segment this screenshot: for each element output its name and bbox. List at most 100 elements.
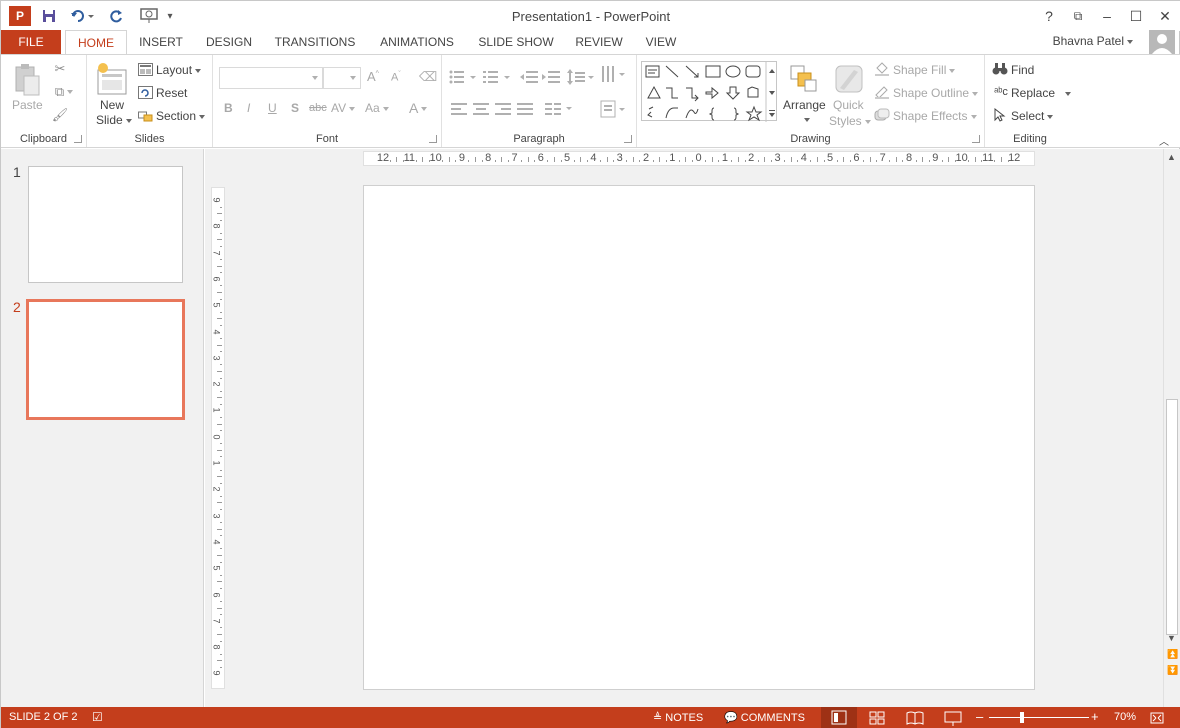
quick-styles-label-line2[interactable]: Styles [829, 114, 871, 128]
align-center-icon[interactable] [470, 101, 492, 117]
strikethrough-button[interactable]: abc [309, 102, 327, 114]
paragraph-launcher-icon[interactable] [624, 135, 632, 143]
decrease-indent-icon[interactable] [518, 67, 540, 87]
paste-icon[interactable] [11, 61, 43, 99]
layout-button[interactable]: Layout [156, 63, 202, 77]
shapes-gallery[interactable] [641, 61, 777, 122]
notes-button[interactable]: ≜ NOTES [653, 711, 703, 724]
comments-button[interactable]: 💬 COMMENTS [724, 711, 805, 724]
font-name-dropdown[interactable] [219, 67, 323, 89]
increase-indent-icon[interactable] [540, 67, 562, 87]
tab-design[interactable]: DESIGN [201, 30, 257, 54]
align-right-icon[interactable] [492, 101, 514, 117]
reading-view-icon[interactable] [905, 707, 925, 728]
font-size-dropdown[interactable] [323, 67, 361, 89]
italic-button[interactable]: I [247, 101, 250, 115]
justify-icon[interactable] [514, 101, 536, 117]
font-launcher-icon[interactable] [429, 135, 437, 143]
spell-check-icon[interactable]: ☑ [92, 710, 103, 724]
shape-effects-button[interactable]: Shape Effects [893, 109, 977, 123]
text-shadow-button[interactable]: S [291, 101, 299, 115]
tab-slide-show[interactable]: SLIDE SHOW [475, 30, 557, 54]
shape-outline-icon[interactable] [873, 84, 891, 100]
shape-fill-icon[interactable] [873, 61, 891, 77]
slide-canvas[interactable] [363, 185, 1035, 690]
ribbon-display-options-button[interactable]: ⧉ [1067, 6, 1089, 26]
minimize-button[interactable]: – [1096, 6, 1118, 26]
user-account[interactable]: Bhavna Patel [1053, 34, 1133, 48]
arrange-icon[interactable] [787, 61, 819, 95]
next-slide-icon[interactable]: ⏬ [1167, 665, 1178, 676]
vertical-scrollbar[interactable]: ▲ ▼ ⏫ ⏬ [1163, 149, 1180, 707]
numbering-icon[interactable] [482, 67, 512, 87]
grow-font-button[interactable]: A^ [367, 69, 379, 84]
shape-outline-button[interactable]: Shape Outline [893, 86, 979, 100]
zoom-level[interactable]: 70% [1114, 711, 1136, 723]
tab-home[interactable]: HOME [65, 30, 127, 55]
scrollbar-thumb[interactable] [1166, 399, 1178, 635]
copy-icon[interactable]: ⧉ [51, 84, 77, 100]
replace-button[interactable]: Replace [1011, 86, 1072, 100]
tab-transitions[interactable]: TRANSITIONS [271, 30, 359, 54]
tab-file[interactable]: FILE [1, 30, 61, 54]
zoom-out-button[interactable]: – [976, 709, 983, 724]
clipboard-launcher-icon[interactable] [74, 135, 82, 143]
new-slide-icon[interactable] [96, 60, 128, 98]
clear-formatting-icon[interactable]: ⌫ [419, 67, 437, 87]
align-left-icon[interactable] [448, 101, 470, 117]
tab-animations[interactable]: ANIMATIONS [373, 30, 461, 54]
find-icon[interactable] [991, 61, 1009, 77]
change-case-button[interactable]: Aa [365, 101, 389, 115]
line-spacing-icon[interactable] [566, 67, 596, 87]
text-direction-icon[interactable] [598, 63, 628, 87]
replace-icon[interactable]: ᵃᵇc [991, 84, 1011, 100]
select-cursor-icon[interactable] [991, 107, 1009, 123]
close-button[interactable]: ✕ [1154, 6, 1176, 26]
slide-thumbnail-2-selected[interactable] [26, 299, 185, 420]
align-text-icon[interactable] [598, 97, 628, 121]
quick-styles-icon[interactable] [833, 61, 865, 95]
shrink-font-button[interactable]: Aˇ [391, 71, 401, 84]
bullets-icon[interactable] [448, 67, 478, 87]
font-color-button[interactable]: A [409, 100, 428, 116]
character-spacing-button[interactable]: AV [331, 101, 356, 115]
scroll-up-icon[interactable]: ▲ [1167, 152, 1176, 162]
paste-label[interactable]: Paste [12, 98, 43, 112]
collapse-ribbon-icon[interactable]: ︿ [1159, 133, 1171, 148]
slide-thumbnail-1[interactable] [28, 166, 183, 283]
tab-insert[interactable]: INSERT [134, 30, 188, 54]
tab-view[interactable]: VIEW [641, 30, 681, 54]
select-button[interactable]: Select [1011, 109, 1054, 123]
maximize-button[interactable]: ☐ [1125, 6, 1147, 26]
underline-button[interactable]: U [268, 101, 277, 115]
reset-button[interactable]: Reset [156, 86, 187, 100]
zoom-slider[interactable] [989, 717, 1089, 718]
new-slide-label-line2[interactable]: Slide [96, 113, 132, 127]
bold-button[interactable]: B [224, 101, 233, 115]
drawing-launcher-icon[interactable] [972, 135, 980, 143]
cut-icon[interactable]: ✂ [51, 61, 69, 77]
zoom-slider-handle[interactable] [1020, 712, 1024, 723]
section-icon[interactable] [137, 108, 153, 122]
help-button[interactable]: ? [1038, 6, 1060, 26]
shape-fill-button[interactable]: Shape Fill [893, 63, 956, 77]
new-slide-label-line1[interactable]: New [100, 98, 124, 112]
zoom-in-button[interactable]: + [1091, 709, 1099, 724]
shape-effects-icon[interactable] [873, 107, 891, 123]
format-painter-icon[interactable]: 🖌 [51, 107, 69, 123]
fit-to-window-icon[interactable] [1149, 710, 1165, 726]
slide-show-view-icon[interactable] [943, 707, 963, 728]
section-button[interactable]: Section [156, 109, 206, 123]
reset-icon[interactable] [137, 85, 153, 99]
columns-icon[interactable] [544, 101, 574, 117]
arrange-button[interactable]: Arrange [783, 98, 826, 112]
slide-sorter-view-icon[interactable] [867, 707, 887, 728]
quick-styles-label-line1[interactable]: Quick [833, 98, 864, 112]
layout-icon[interactable] [137, 62, 153, 76]
previous-slide-icon[interactable]: ⏫ [1167, 649, 1178, 660]
tab-review[interactable]: REVIEW [571, 30, 627, 54]
normal-view-button[interactable] [821, 707, 857, 728]
scroll-down-icon[interactable]: ▼ [1167, 633, 1176, 643]
avatar[interactable] [1149, 30, 1175, 54]
find-button[interactable]: Find [1011, 63, 1034, 77]
